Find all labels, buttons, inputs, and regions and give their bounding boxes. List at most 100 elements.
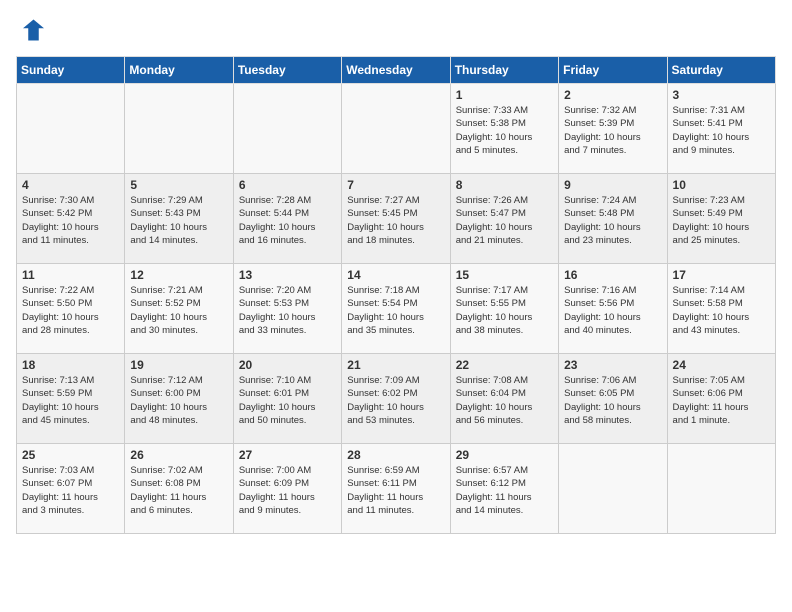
calendar-cell xyxy=(559,444,667,534)
calendar-cell: 3 Sunrise: 7:31 AM Sunset: 5:41 PM Daylig… xyxy=(667,84,775,174)
calendar-cell: 29 Sunrise: 6:57 AM Sunset: 6:12 PM Dayli… xyxy=(450,444,558,534)
day-info: Sunrise: 7:23 AM Sunset: 5:49 PM Dayligh… xyxy=(673,194,770,247)
page-header xyxy=(16,16,776,44)
day-number: 27 xyxy=(239,448,336,462)
day-info: Sunrise: 7:32 AM Sunset: 5:39 PM Dayligh… xyxy=(564,104,661,157)
calendar-cell: 13 Sunrise: 7:20 AM Sunset: 5:53 PM Dayli… xyxy=(233,264,341,354)
calendar-cell: 18 Sunrise: 7:13 AM Sunset: 5:59 PM Dayli… xyxy=(17,354,125,444)
calendar-cell: 2 Sunrise: 7:32 AM Sunset: 5:39 PM Daylig… xyxy=(559,84,667,174)
logo xyxy=(16,16,48,44)
calendar-week-row: 18 Sunrise: 7:13 AM Sunset: 5:59 PM Dayli… xyxy=(17,354,776,444)
calendar-cell xyxy=(233,84,341,174)
weekday-header-thursday: Thursday xyxy=(450,57,558,84)
day-info: Sunrise: 7:06 AM Sunset: 6:05 PM Dayligh… xyxy=(564,374,661,427)
day-number: 2 xyxy=(564,88,661,102)
day-info: Sunrise: 7:08 AM Sunset: 6:04 PM Dayligh… xyxy=(456,374,553,427)
day-number: 7 xyxy=(347,178,444,192)
day-info: Sunrise: 6:59 AM Sunset: 6:11 PM Dayligh… xyxy=(347,464,444,517)
weekday-header-row: SundayMondayTuesdayWednesdayThursdayFrid… xyxy=(17,57,776,84)
day-info: Sunrise: 7:00 AM Sunset: 6:09 PM Dayligh… xyxy=(239,464,336,517)
calendar-cell: 19 Sunrise: 7:12 AM Sunset: 6:00 PM Dayli… xyxy=(125,354,233,444)
calendar-cell: 27 Sunrise: 7:00 AM Sunset: 6:09 PM Dayli… xyxy=(233,444,341,534)
day-info: Sunrise: 7:14 AM Sunset: 5:58 PM Dayligh… xyxy=(673,284,770,337)
calendar-table: SundayMondayTuesdayWednesdayThursdayFrid… xyxy=(16,56,776,534)
calendar-cell xyxy=(342,84,450,174)
calendar-cell: 6 Sunrise: 7:28 AM Sunset: 5:44 PM Daylig… xyxy=(233,174,341,264)
weekday-header-wednesday: Wednesday xyxy=(342,57,450,84)
weekday-header-saturday: Saturday xyxy=(667,57,775,84)
day-number: 21 xyxy=(347,358,444,372)
calendar-week-row: 25Sunrise: 7:03 AM Sunset: 6:07 PM Dayli… xyxy=(17,444,776,534)
calendar-cell: 8 Sunrise: 7:26 AM Sunset: 5:47 PM Daylig… xyxy=(450,174,558,264)
day-info: Sunrise: 7:12 AM Sunset: 6:00 PM Dayligh… xyxy=(130,374,227,427)
calendar-cell: 9Sunrise: 7:24 AM Sunset: 5:48 PM Daylig… xyxy=(559,174,667,264)
calendar-cell: 11 Sunrise: 7:22 AM Sunset: 5:50 PM Dayli… xyxy=(17,264,125,354)
weekday-header-tuesday: Tuesday xyxy=(233,57,341,84)
calendar-cell: 5Sunrise: 7:29 AM Sunset: 5:43 PM Daylig… xyxy=(125,174,233,264)
day-info: Sunrise: 7:16 AM Sunset: 5:56 PM Dayligh… xyxy=(564,284,661,337)
day-info: Sunrise: 7:18 AM Sunset: 5:54 PM Dayligh… xyxy=(347,284,444,337)
calendar-cell: 1 Sunrise: 7:33 AM Sunset: 5:38 PM Daylig… xyxy=(450,84,558,174)
calendar-cell: 7 Sunrise: 7:27 AM Sunset: 5:45 PM Daylig… xyxy=(342,174,450,264)
day-info: Sunrise: 7:31 AM Sunset: 5:41 PM Dayligh… xyxy=(673,104,770,157)
day-number: 22 xyxy=(456,358,553,372)
calendar-cell: 25Sunrise: 7:03 AM Sunset: 6:07 PM Dayli… xyxy=(17,444,125,534)
calendar-week-row: 11 Sunrise: 7:22 AM Sunset: 5:50 PM Dayli… xyxy=(17,264,776,354)
day-info: Sunrise: 7:28 AM Sunset: 5:44 PM Dayligh… xyxy=(239,194,336,247)
calendar-cell: 16 Sunrise: 7:16 AM Sunset: 5:56 PM Dayli… xyxy=(559,264,667,354)
calendar-week-row: 4 Sunrise: 7:30 AM Sunset: 5:42 PM Daylig… xyxy=(17,174,776,264)
day-info: Sunrise: 7:30 AM Sunset: 5:42 PM Dayligh… xyxy=(22,194,119,247)
calendar-cell: 17 Sunrise: 7:14 AM Sunset: 5:58 PM Dayli… xyxy=(667,264,775,354)
day-number: 25 xyxy=(22,448,119,462)
day-number: 16 xyxy=(564,268,661,282)
day-info: Sunrise: 7:13 AM Sunset: 5:59 PM Dayligh… xyxy=(22,374,119,427)
calendar-cell: 21 Sunrise: 7:09 AM Sunset: 6:02 PM Dayli… xyxy=(342,354,450,444)
day-number: 13 xyxy=(239,268,336,282)
day-number: 15 xyxy=(456,268,553,282)
day-number: 5 xyxy=(130,178,227,192)
day-info: Sunrise: 7:26 AM Sunset: 5:47 PM Dayligh… xyxy=(456,194,553,247)
day-number: 10 xyxy=(673,178,770,192)
calendar-cell: 15 Sunrise: 7:17 AM Sunset: 5:55 PM Dayli… xyxy=(450,264,558,354)
day-number: 1 xyxy=(456,88,553,102)
day-number: 18 xyxy=(22,358,119,372)
day-number: 28 xyxy=(347,448,444,462)
day-info: Sunrise: 7:10 AM Sunset: 6:01 PM Dayligh… xyxy=(239,374,336,427)
day-number: 8 xyxy=(456,178,553,192)
calendar-cell: 10 Sunrise: 7:23 AM Sunset: 5:49 PM Dayli… xyxy=(667,174,775,264)
calendar-cell xyxy=(17,84,125,174)
day-info: Sunrise: 7:20 AM Sunset: 5:53 PM Dayligh… xyxy=(239,284,336,337)
day-number: 9 xyxy=(564,178,661,192)
day-number: 6 xyxy=(239,178,336,192)
calendar-cell: 4 Sunrise: 7:30 AM Sunset: 5:42 PM Daylig… xyxy=(17,174,125,264)
day-info: Sunrise: 7:22 AM Sunset: 5:50 PM Dayligh… xyxy=(22,284,119,337)
day-number: 3 xyxy=(673,88,770,102)
weekday-header-sunday: Sunday xyxy=(17,57,125,84)
day-number: 11 xyxy=(22,268,119,282)
day-number: 12 xyxy=(130,268,227,282)
day-info: Sunrise: 7:05 AM Sunset: 6:06 PM Dayligh… xyxy=(673,374,770,427)
calendar-week-row: 1 Sunrise: 7:33 AM Sunset: 5:38 PM Daylig… xyxy=(17,84,776,174)
day-number: 23 xyxy=(564,358,661,372)
calendar-cell: 22 Sunrise: 7:08 AM Sunset: 6:04 PM Dayli… xyxy=(450,354,558,444)
day-info: Sunrise: 7:09 AM Sunset: 6:02 PM Dayligh… xyxy=(347,374,444,427)
calendar-cell: 26 Sunrise: 7:02 AM Sunset: 6:08 PM Dayli… xyxy=(125,444,233,534)
day-number: 20 xyxy=(239,358,336,372)
day-number: 4 xyxy=(22,178,119,192)
day-info: Sunrise: 7:33 AM Sunset: 5:38 PM Dayligh… xyxy=(456,104,553,157)
day-info: Sunrise: 6:57 AM Sunset: 6:12 PM Dayligh… xyxy=(456,464,553,517)
day-info: Sunrise: 7:27 AM Sunset: 5:45 PM Dayligh… xyxy=(347,194,444,247)
day-info: Sunrise: 7:02 AM Sunset: 6:08 PM Dayligh… xyxy=(130,464,227,517)
day-number: 26 xyxy=(130,448,227,462)
weekday-header-friday: Friday xyxy=(559,57,667,84)
calendar-cell: 28 Sunrise: 6:59 AM Sunset: 6:11 PM Dayli… xyxy=(342,444,450,534)
calendar-cell xyxy=(667,444,775,534)
day-number: 17 xyxy=(673,268,770,282)
calendar-cell: 20 Sunrise: 7:10 AM Sunset: 6:01 PM Dayli… xyxy=(233,354,341,444)
calendar-cell xyxy=(125,84,233,174)
calendar-cell: 24Sunrise: 7:05 AM Sunset: 6:06 PM Dayli… xyxy=(667,354,775,444)
day-number: 29 xyxy=(456,448,553,462)
day-info: Sunrise: 7:17 AM Sunset: 5:55 PM Dayligh… xyxy=(456,284,553,337)
weekday-header-monday: Monday xyxy=(125,57,233,84)
day-number: 19 xyxy=(130,358,227,372)
